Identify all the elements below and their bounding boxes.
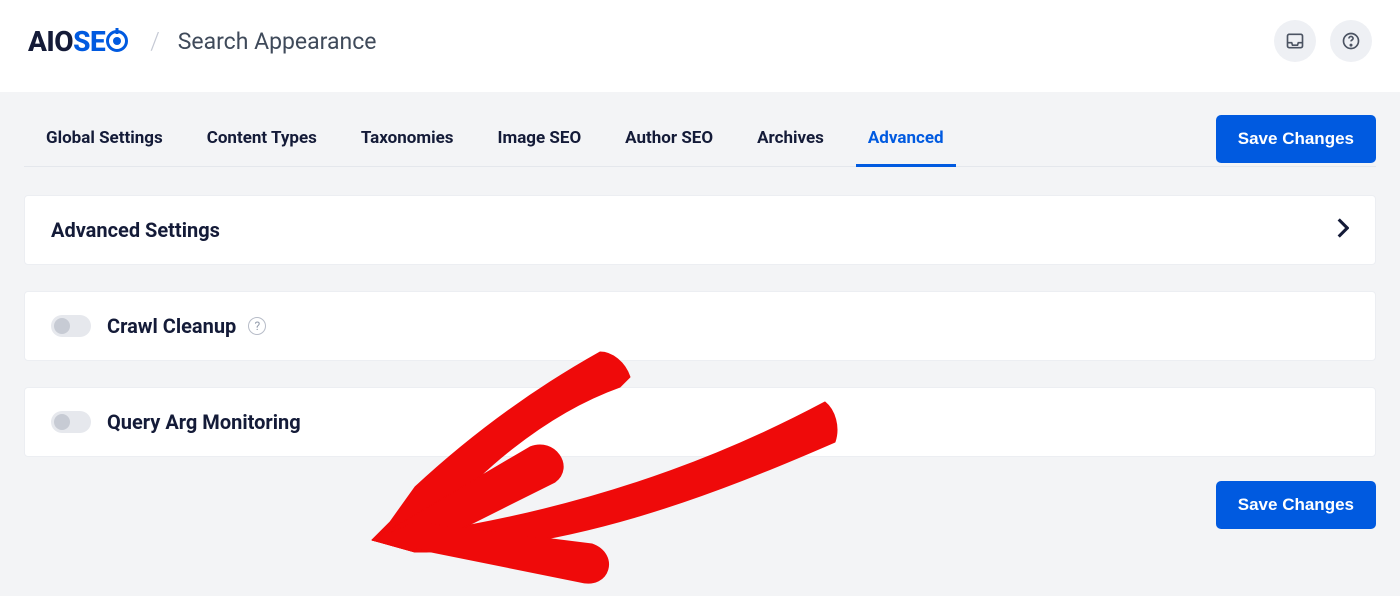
query-arg-monitoring-title: Query Arg Monitoring bbox=[107, 410, 301, 434]
header-icons bbox=[1274, 20, 1372, 62]
tab-advanced[interactable]: Advanced bbox=[868, 112, 944, 166]
tab-content-types[interactable]: Content Types bbox=[207, 112, 317, 166]
app-header: AIOSE / Search Appearance bbox=[0, 0, 1400, 92]
aioseo-logo[interactable]: AIOSE bbox=[28, 25, 128, 58]
logo-part1: AIO bbox=[28, 25, 73, 58]
tabs-row: Global Settings Content Types Taxonomies… bbox=[24, 92, 1376, 167]
save-changes-button-bottom[interactable]: Save Changes bbox=[1216, 481, 1376, 529]
inbox-icon bbox=[1285, 31, 1305, 51]
tab-archives[interactable]: Archives bbox=[757, 112, 824, 166]
tab-author-seo[interactable]: Author SEO bbox=[625, 112, 713, 166]
help-button[interactable] bbox=[1330, 20, 1372, 62]
advanced-settings-panel[interactable]: Advanced Settings bbox=[24, 195, 1376, 265]
header-left: AIOSE / Search Appearance bbox=[28, 25, 376, 58]
footer-actions: Save Changes bbox=[24, 457, 1376, 529]
question-icon bbox=[1341, 31, 1361, 51]
query-arg-monitoring-panel: Query Arg Monitoring bbox=[24, 387, 1376, 457]
crawl-cleanup-title: Crawl Cleanup bbox=[107, 314, 236, 338]
logo-part2: SE bbox=[73, 25, 128, 58]
main-content: Global Settings Content Types Taxonomies… bbox=[0, 92, 1400, 596]
tab-image-seo[interactable]: Image SEO bbox=[498, 112, 582, 166]
page-title: Search Appearance bbox=[178, 28, 377, 55]
query-arg-monitoring-toggle[interactable] bbox=[51, 411, 91, 433]
bullseye-icon bbox=[106, 30, 128, 52]
save-changes-button-top[interactable]: Save Changes bbox=[1216, 115, 1376, 163]
tab-taxonomies[interactable]: Taxonomies bbox=[361, 112, 454, 166]
advanced-settings-title: Advanced Settings bbox=[51, 218, 220, 242]
help-icon[interactable]: ? bbox=[248, 317, 266, 335]
notifications-button[interactable] bbox=[1274, 20, 1316, 62]
tabs: Global Settings Content Types Taxonomies… bbox=[24, 112, 944, 166]
breadcrumb-separator: / bbox=[150, 27, 160, 55]
chevron-right-icon bbox=[1337, 218, 1349, 242]
tab-global-settings[interactable]: Global Settings bbox=[46, 112, 163, 166]
crawl-cleanup-panel: Crawl Cleanup ? bbox=[24, 291, 1376, 361]
crawl-cleanup-toggle[interactable] bbox=[51, 315, 91, 337]
